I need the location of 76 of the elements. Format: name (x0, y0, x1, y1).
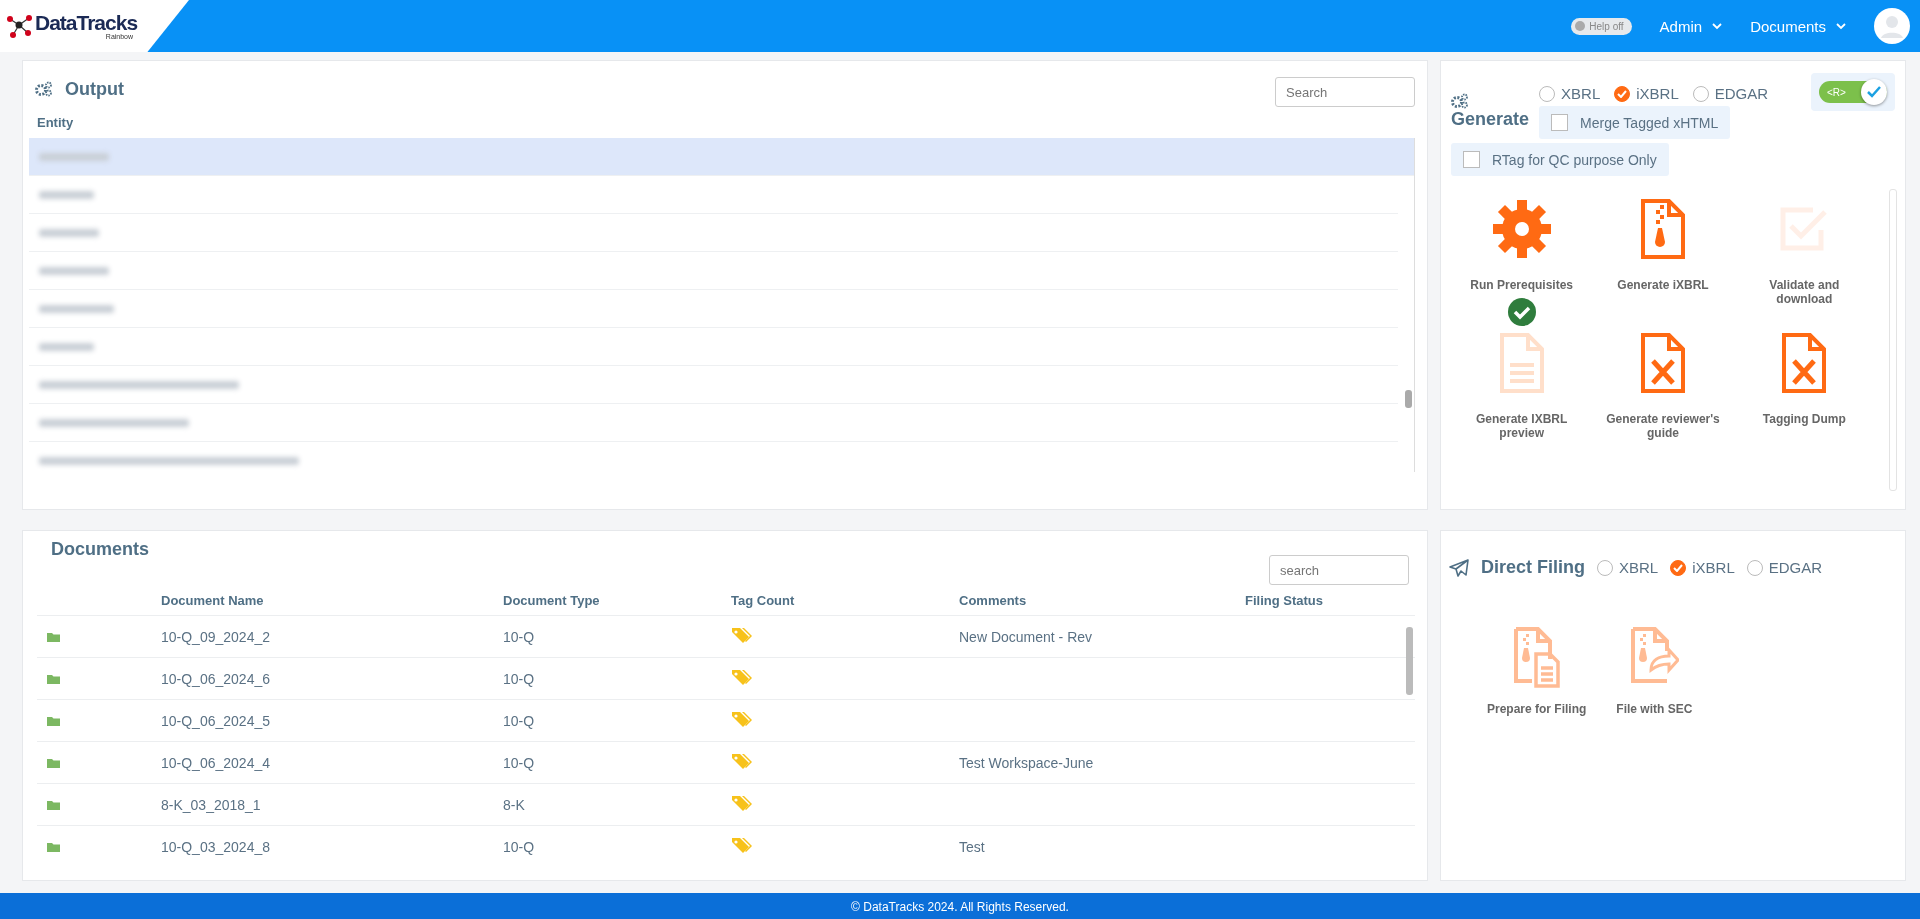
gears-icon (35, 81, 53, 97)
action-button[interactable]: Generate reviewer's guide (1603, 332, 1723, 440)
table-cell[interactable]: 10-Q_09_2024_2 (161, 628, 503, 645)
folder-icon[interactable] (47, 757, 60, 768)
paper-plane-icon (1449, 558, 1469, 577)
blurred-text (39, 152, 109, 161)
folder-icon[interactable] (47, 715, 60, 726)
format-radio[interactable]: EDGAR (1746, 559, 1823, 576)
column-header: Entity (36, 114, 75, 132)
checkmark-icon (1867, 86, 1881, 98)
table-cell-text: 10-Q (503, 838, 536, 855)
folder-icon[interactable] (47, 799, 60, 810)
checkmark-icon (1617, 89, 1628, 98)
help-toggle[interactable]: Help off (1571, 17, 1632, 35)
table-cell-text: New Document - Rev (959, 628, 1094, 645)
chevron-down-icon (1836, 22, 1846, 30)
table-cell[interactable]: 10-Q_03_2024_8 (161, 838, 503, 855)
table-cell-text: 10-Q (503, 670, 536, 687)
gears-icon (1451, 93, 1469, 109)
column-header: Document Type (503, 592, 601, 608)
format-radio[interactable]: iXBRL (1614, 85, 1679, 102)
column-header: Tag Count (731, 592, 796, 608)
table-cell-text: 10-Q (503, 712, 536, 729)
table-cell-text: 10-Q (503, 628, 536, 645)
tags-icon[interactable] (731, 836, 753, 853)
table-cell-text: 10-Q (503, 754, 536, 771)
column-header: Comments (959, 592, 1028, 608)
copyright-text: © DataTracks 2024. All Rights Reserved. (851, 900, 1069, 914)
folder-icon[interactable] (47, 673, 60, 684)
format-radio[interactable]: EDGAR (1692, 85, 1769, 102)
column-header: Filing Status (1245, 592, 1324, 608)
table-cell[interactable]: 10-Q_06_2024_4 (161, 754, 503, 771)
tags-icon[interactable] (731, 794, 753, 811)
format-radio[interactable]: XBRL (1597, 559, 1659, 576)
zip-document-icon (1511, 626, 1562, 688)
gear-icon (1490, 198, 1553, 260)
checkmark-icon (1673, 563, 1684, 572)
blurred-text (39, 190, 94, 199)
entity-row[interactable] (29, 138, 1414, 176)
column-header: Document Name (161, 592, 265, 608)
blurred-text (39, 266, 109, 275)
action-button[interactable]: Tagging Dump (1762, 332, 1846, 426)
table-cell[interactable]: 10-Q_06_2024_5 (161, 712, 503, 729)
scrollbar[interactable] (1889, 189, 1897, 491)
chevron-down-icon (1712, 22, 1723, 30)
panel-title: Output (65, 78, 124, 100)
table-cell[interactable]: 8-K_03_2018_1 (161, 796, 503, 813)
tags-icon[interactable] (731, 710, 753, 727)
blurred-text (39, 342, 94, 351)
scrollbar[interactable] (1406, 627, 1413, 695)
rtag-checkbox[interactable]: RTag for QC purpose Only (1463, 151, 1657, 168)
scrollbar[interactable] (1405, 390, 1412, 408)
action-button[interactable]: Run Prerequisites (1470, 198, 1573, 292)
format-radio[interactable]: iXBRL (1670, 559, 1735, 576)
action-button[interactable]: Generate iXBRL (1617, 198, 1709, 292)
tags-icon[interactable] (731, 626, 753, 643)
table-cell-text: 8-K (503, 796, 526, 813)
search-field[interactable]: Search (1275, 77, 1415, 107)
tags-icon[interactable] (731, 668, 753, 685)
tags-icon[interactable] (731, 752, 753, 769)
folder-icon[interactable] (47, 631, 60, 642)
table-cell[interactable]: 10-Q_06_2024_6 (161, 670, 503, 687)
blurred-text (39, 228, 99, 237)
avatar-icon[interactable] (1874, 8, 1910, 44)
merge-checkbox[interactable]: Merge Tagged xHTML (1551, 114, 1719, 131)
menu-dropdown[interactable]: Documents (1750, 17, 1846, 35)
folder-icon[interactable] (47, 841, 60, 852)
panel-title: Direct Filing (1481, 557, 1585, 578)
table-cell-text: Test (959, 838, 986, 855)
table-cell-text: Test Workspace-June (959, 754, 1095, 771)
search-field[interactable]: search (1269, 555, 1409, 585)
panel-title: Generate (1451, 109, 1530, 130)
format-radio[interactable]: XBRL (1539, 85, 1601, 102)
menu-dropdown[interactable]: Admin (1659, 17, 1723, 35)
logo-wordmark: DataTracks (35, 12, 138, 33)
panel-title: Documents (51, 539, 149, 561)
